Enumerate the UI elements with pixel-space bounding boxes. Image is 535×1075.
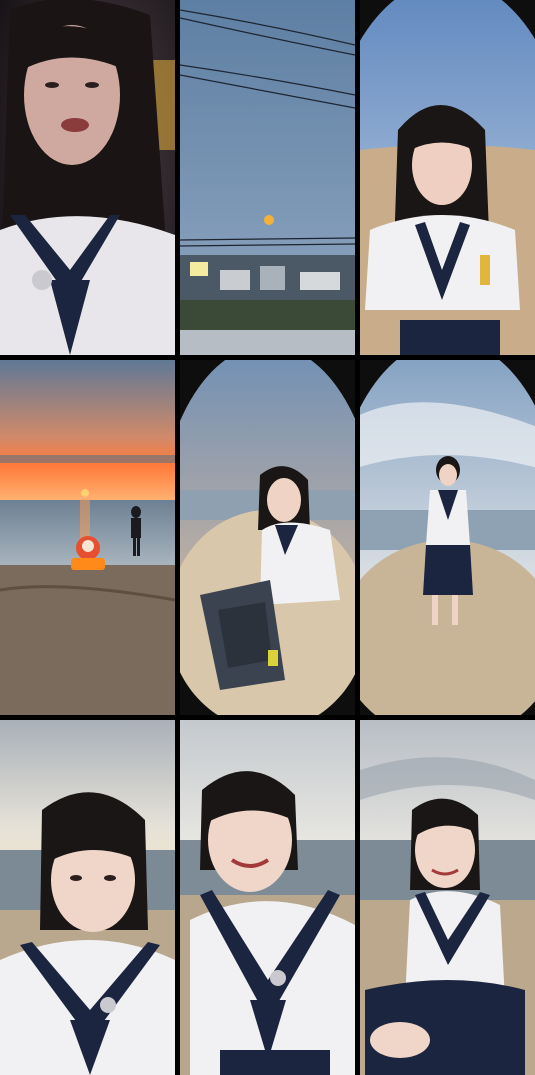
photo-tile-9[interactable] <box>360 720 535 1075</box>
photo-grid <box>0 0 535 1075</box>
photo-tile-5[interactable] <box>180 360 355 715</box>
photo-tile-6[interactable] <box>360 360 535 715</box>
photo-tile-4[interactable] <box>0 360 175 715</box>
photo-tile-3[interactable] <box>360 0 535 355</box>
photo-tile-7[interactable] <box>0 720 175 1075</box>
photo-tile-8[interactable] <box>180 720 355 1075</box>
photo-tile-1[interactable] <box>0 0 175 355</box>
photo-tile-2[interactable] <box>180 0 355 355</box>
